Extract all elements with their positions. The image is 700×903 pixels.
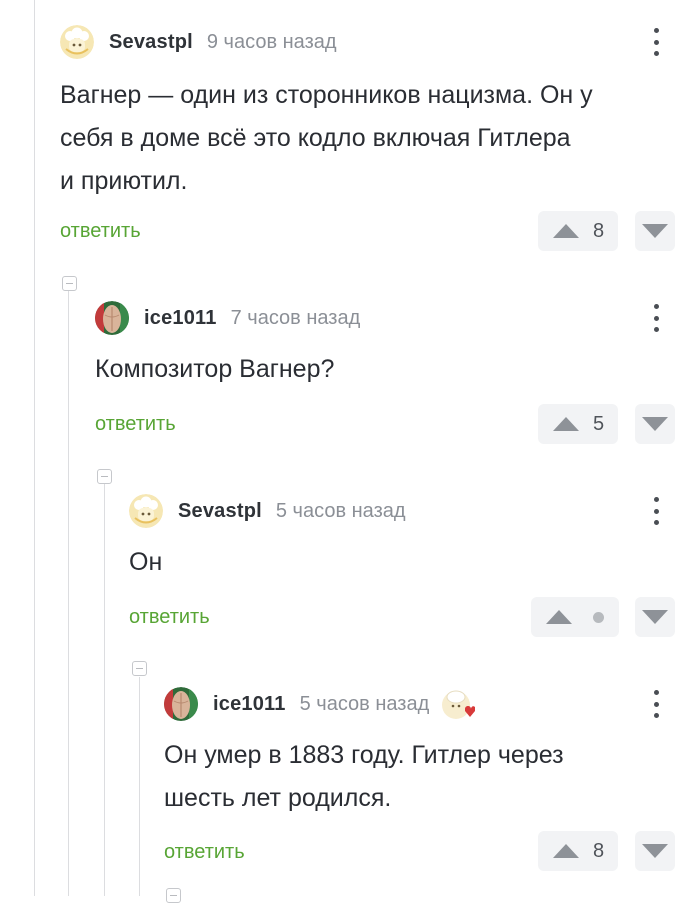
arrow-down-icon <box>642 417 668 431</box>
vote-count: 8 <box>593 839 605 862</box>
thread-line <box>68 291 69 896</box>
comment-header: Sevastpl 5 часов назад <box>129 491 406 531</box>
comment: ice1011 7 часов назад Композитор Вагнер?… <box>95 298 700 448</box>
collapse-thread-button[interactable] <box>62 276 77 291</box>
collapse-thread-button[interactable] <box>132 661 147 676</box>
comment-author[interactable]: Sevastpl <box>178 500 262 523</box>
sheep-avatar-icon[interactable] <box>129 494 163 528</box>
arrow-down-icon <box>642 844 668 858</box>
downvote-button[interactable] <box>635 831 675 871</box>
upvote-button[interactable]: 8 <box>538 211 618 251</box>
arrow-up-icon <box>553 844 579 858</box>
photo-avatar[interactable] <box>95 301 129 335</box>
arrow-up-icon <box>553 417 579 431</box>
comment-author[interactable]: ice1011 <box>144 307 217 330</box>
comment-text: Он <box>129 548 163 576</box>
reply-link[interactable]: ответить <box>95 413 176 436</box>
comment: Sevastpl 9 часов назад Вагнер — один из … <box>60 22 700 262</box>
more-options-icon[interactable] <box>652 304 660 332</box>
comment-author[interactable]: Sevastpl <box>109 31 193 54</box>
upvote-button[interactable]: 5 <box>538 404 618 444</box>
comment-author[interactable]: ice1011 <box>213 693 286 716</box>
photo-avatar[interactable] <box>164 687 198 721</box>
comment-time[interactable]: 9 часов назад <box>207 31 337 54</box>
thread-line <box>104 484 105 896</box>
comment-text: Он умер в 1883 году. Гитлер через шесть … <box>164 741 564 812</box>
thread-line <box>34 0 35 896</box>
vote-count: 5 <box>593 412 605 435</box>
arrow-up-icon <box>553 224 579 238</box>
chef-heart-badge-icon <box>441 687 476 721</box>
arrow-up-icon <box>546 610 572 624</box>
sheep-avatar-icon[interactable] <box>60 25 94 59</box>
downvote-button[interactable] <box>635 211 675 251</box>
comment: Sevastpl 5 часов назад Он ответить <box>129 491 700 641</box>
reply-link[interactable]: ответить <box>60 220 141 243</box>
comment: ice1011 5 часов назад Он умер в 1883 год… <box>164 684 700 896</box>
comment-header: ice1011 5 часов назад <box>164 684 476 724</box>
more-options-icon[interactable] <box>652 28 660 56</box>
comment-time[interactable]: 5 часов назад <box>276 500 406 523</box>
comment-text: Вагнер — один из сторонников нацизма. Он… <box>60 81 593 195</box>
downvote-button[interactable] <box>635 597 675 637</box>
upvote-button[interactable] <box>531 597 619 637</box>
vote-count: 8 <box>593 219 605 242</box>
arrow-down-icon <box>642 610 668 624</box>
reply-link[interactable]: ответить <box>129 606 210 629</box>
more-options-icon[interactable] <box>652 690 660 718</box>
comment-time[interactable]: 7 часов назад <box>231 307 361 330</box>
comment-header: ice1011 7 часов назад <box>95 298 360 338</box>
reply-link[interactable]: ответить <box>164 841 245 864</box>
downvote-button[interactable] <box>635 404 675 444</box>
vote-hidden-dot <box>593 611 604 623</box>
upvote-button[interactable]: 8 <box>538 831 618 871</box>
comment-header: Sevastpl 9 часов назад <box>60 22 337 62</box>
thread-line <box>139 677 140 896</box>
comment-text: Композитор Вагнер? <box>95 355 335 383</box>
more-options-icon[interactable] <box>652 497 660 525</box>
comment-time[interactable]: 5 часов назад <box>300 693 430 716</box>
arrow-down-icon <box>642 224 668 238</box>
collapse-thread-button[interactable] <box>97 469 112 484</box>
